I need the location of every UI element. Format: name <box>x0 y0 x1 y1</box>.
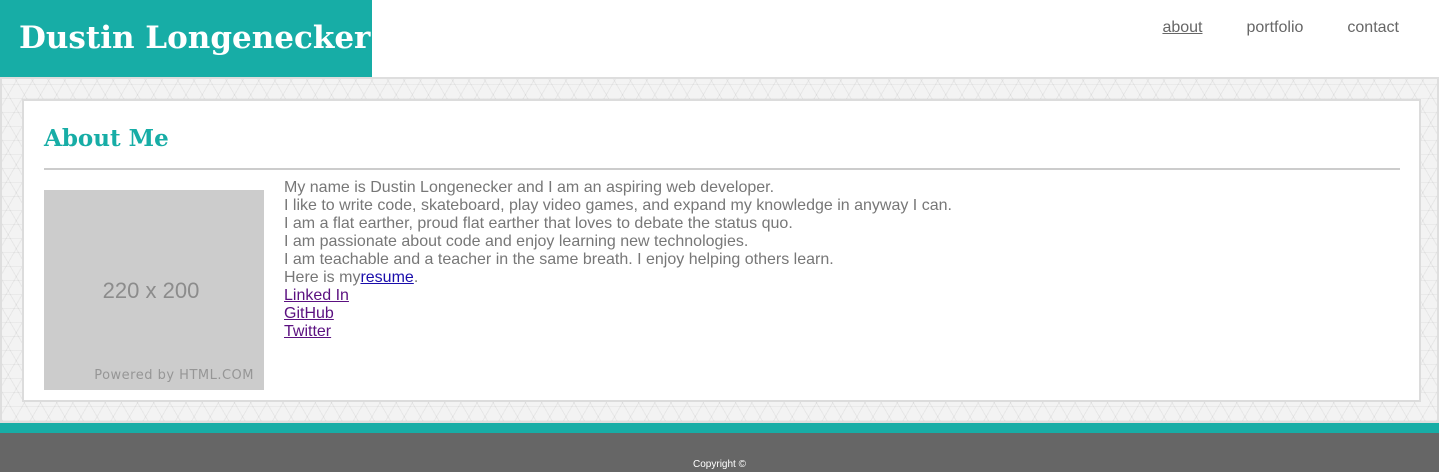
resume-prefix: Here is my <box>284 269 361 286</box>
site-header: Dustin Longenecker about portfolio conta… <box>0 0 1439 77</box>
nav-contact-link[interactable]: contact <box>1347 19 1399 37</box>
image-powered-by-label: Powered by HTML.COM <box>94 368 254 383</box>
bio-line: I like to write code, skateboard, play v… <box>284 197 952 214</box>
copyright-text: Copyright © <box>693 459 746 470</box>
twitter-link[interactable]: Twitter <box>284 323 331 340</box>
linkedin-link[interactable]: Linked In <box>284 287 349 304</box>
nav-portfolio-link[interactable]: portfolio <box>1246 19 1303 37</box>
content-background: About Me 220 x 200 Powered by HTML.COM M… <box>0 77 1439 423</box>
bio-line: I am a flat earther, proud flat earther … <box>284 215 793 232</box>
about-card: About Me 220 x 200 Powered by HTML.COM M… <box>22 99 1421 402</box>
section-title: About Me <box>44 125 169 152</box>
image-dimensions-label: 220 x 200 <box>102 278 200 303</box>
bio-text: My name is Dustin Longenecker and I am a… <box>284 179 952 341</box>
main-nav: about portfolio contact <box>1162 19 1399 37</box>
resume-link[interactable]: resume <box>360 269 413 286</box>
site-footer: Copyright © <box>0 433 1439 472</box>
footer-accent-bar <box>0 423 1439 433</box>
github-link[interactable]: GitHub <box>284 305 334 322</box>
profile-image-placeholder: 220 x 200 Powered by HTML.COM <box>44 190 264 390</box>
bio-line: I am teachable and a teacher in the same… <box>284 251 834 268</box>
site-brand[interactable]: Dustin Longenecker <box>0 0 372 77</box>
resume-suffix: . <box>413 269 419 286</box>
nav-about-link[interactable]: about <box>1162 19 1202 37</box>
title-divider <box>44 168 1400 170</box>
resume-line: Here is myresume. <box>284 269 952 287</box>
bio-line: My name is Dustin Longenecker and I am a… <box>284 179 775 196</box>
bio-line: I am passionate about code and enjoy lea… <box>284 233 749 250</box>
